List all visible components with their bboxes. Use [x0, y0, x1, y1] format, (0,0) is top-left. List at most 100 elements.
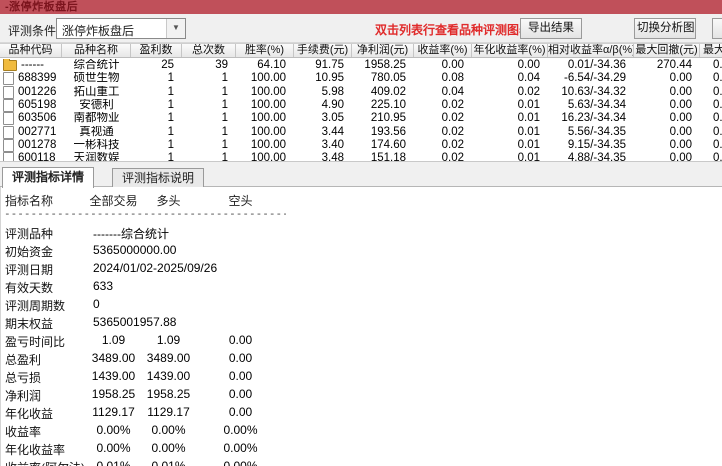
detail-row: 初始资金 5365000000.00: [1, 241, 722, 259]
row-type-icon: [3, 152, 14, 161]
detail-label: 收益率(阿尔法): [5, 459, 85, 466]
detail-value-long: 0.01%: [151, 459, 186, 466]
win-rate-cell: 100.00: [250, 112, 286, 125]
stock-code: 688399: [18, 72, 57, 85]
column-header[interactable]: 年化收益率(%): [472, 44, 548, 57]
stock-name: 硕世生物: [73, 72, 120, 85]
table-row[interactable]: ------ 综合统计 25 39 64.10 91.75 1958.25 0.…: [0, 59, 722, 72]
table-row[interactable]: 605198 安德利 1 1 100.00 4.90 225.10 0.02 0…: [0, 99, 722, 113]
table-row[interactable]: 600118 天润数娱 1 1 100.00 3.48 151.18 0.02 …: [0, 152, 722, 161]
detail-value-short: 0.00: [228, 351, 253, 365]
detail-row: 评测品种 -------综合统计: [1, 223, 722, 241]
column-header[interactable]: 最大回撤(元): [634, 44, 700, 57]
detail-value-all: 1958.25: [91, 387, 136, 401]
yield-cell: 0.02: [441, 125, 464, 138]
alpha-beta-cell: 5.63/-34.34: [567, 99, 626, 112]
stock-code: 001226: [18, 85, 57, 98]
detail-value-long: 0.00%: [151, 423, 186, 437]
detail-row: 总亏损 1439.00 1439.00 0.00: [1, 367, 722, 385]
table-row[interactable]: 001278 一彬科技 1 1 100.00 3.40 174.60 0.02 …: [0, 138, 722, 152]
total-count-cell: 1: [221, 125, 228, 138]
indicator-detail-panel: 指标名称 全部交易 多头 空头 ------------------------…: [0, 187, 722, 466]
total-count-cell: 1: [221, 152, 228, 161]
detail-row: 年化收益 1129.17 1129.17 0.00: [1, 403, 722, 421]
net-profit-cell: 151.18: [370, 152, 406, 161]
export-results-button[interactable]: 导出结果: [520, 18, 582, 39]
table-row[interactable]: 603506 南都物业 1 1 100.00 3.05 210.95 0.02 …: [0, 112, 722, 126]
annual-yield-cell: 0.02: [517, 85, 540, 98]
column-header[interactable]: 品种代码: [0, 44, 62, 57]
drawdown-ratio-cell: 0.00: [713, 125, 722, 138]
win-count-cell: 1: [167, 152, 174, 161]
total-count-cell: 1: [221, 99, 228, 112]
stock-code: 605198: [18, 99, 57, 112]
detail-label: 评测品种: [5, 227, 54, 241]
column-header[interactable]: 收益率(%): [414, 44, 472, 57]
detail-value-long: 3489.00: [146, 351, 191, 365]
detail-tabbar: 评测指标详情 评测指标说明: [0, 166, 722, 188]
switch-analysis-button[interactable]: 切换分析图: [634, 18, 696, 39]
win-count-cell: 1: [167, 112, 174, 125]
column-header[interactable]: 最大回撤比(%): [700, 44, 722, 57]
fee-cell: 3.05: [321, 112, 344, 125]
detail-value-all: 0.00%: [96, 423, 131, 437]
win-rate-cell: 100.00: [250, 99, 286, 112]
detail-value-short: 0.00%: [223, 423, 258, 437]
annual-yield-cell: 0.01: [517, 112, 540, 125]
detail-label: 总亏损: [5, 371, 42, 385]
detail-value-all: 0.00%: [96, 441, 131, 455]
detail-row: 评测周期数 0: [1, 295, 722, 313]
detail-label: 初始资金: [5, 245, 54, 259]
win-count-cell: 25: [161, 59, 174, 72]
detail-value-all: 2024/01/02-2025/09/26: [93, 261, 218, 275]
detail-rows: 评测品种 -------综合统计 初始资金 5365000000.00 评测日期…: [1, 223, 722, 466]
row-type-icon: [3, 72, 14, 86]
double-click-hint: 双击列表行查看品种评测图表: [375, 23, 532, 37]
fee-cell: 5.98: [321, 85, 344, 98]
column-header[interactable]: 品种名称: [62, 44, 131, 57]
column-header[interactable]: 胜率(%): [236, 44, 294, 57]
win-rate-cell: 100.00: [250, 72, 286, 85]
total-count-cell: 1: [221, 112, 228, 125]
detail-value-long: 1.09: [156, 333, 181, 347]
tab-indicator-details[interactable]: 评测指标详情: [2, 167, 95, 188]
condition-value: 涨停炸板盘后: [62, 24, 135, 38]
table-row[interactable]: 002771 真视通 1 1 100.00 3.44 193.56 0.02 0…: [0, 125, 722, 139]
column-header[interactable]: 总次数: [182, 44, 236, 57]
column-header[interactable]: 手续费(元): [294, 44, 352, 57]
detail-value-long: 1958.25: [146, 387, 191, 401]
win-count-cell: 1: [167, 99, 174, 112]
detail-value-long: 1129.17: [147, 405, 190, 419]
yield-cell: 0.04: [441, 85, 464, 98]
column-header[interactable]: 相对收益率α/β(%): [548, 44, 634, 57]
annual-yield-cell: 0.01: [517, 125, 540, 138]
detail-value-all: 1129.17: [92, 405, 135, 419]
row-type-icon: [3, 138, 14, 152]
detail-value-all: 5365001957.88: [93, 315, 177, 329]
drawdown-ratio-cell: 0.00: [713, 112, 722, 125]
results-table-header: 品种代码 品种名称 盈利数 总次数 胜率(%) 手续费(元) 净利润(元) 收益率(%) 年化收…: [0, 43, 722, 58]
net-profit-cell: 1958.25: [364, 59, 406, 72]
column-header[interactable]: 净利润(元): [352, 44, 414, 57]
detail-value-short: 0.00%: [223, 441, 258, 455]
table-row[interactable]: 001226 拓山重工 1 1 100.00 5.98 409.02 0.04 …: [0, 85, 722, 99]
alpha-beta-cell: -6.54/-34.29: [563, 72, 626, 85]
column-header[interactable]: 盈利数: [131, 44, 182, 57]
net-profit-cell: 780.05: [370, 72, 406, 85]
max-drawdown-cell: 0.00: [669, 85, 692, 98]
toolbar: 评测条件: 涨停炸板盘后 ▼ 双击列表行查看品种评测图表 导出结果 切换分析图 …: [0, 14, 722, 43]
condition-dropdown[interactable]: 涨停炸板盘后 ▼: [56, 18, 186, 39]
detail-value-all: 3489.00: [91, 351, 136, 365]
table-row[interactable]: 688399 硕世生物 1 1 100.00 10.95 780.05 0.08…: [0, 72, 722, 86]
detail-row: 净利润 1958.25 1958.25 0.00: [1, 385, 722, 403]
chevron-down-icon[interactable]: ▼: [166, 19, 185, 38]
detail-value-long: 0.00%: [151, 441, 186, 455]
yield-cell: 0.02: [441, 99, 464, 112]
detail-row: 期末权益 5365001957.88: [1, 313, 722, 331]
partial-clipped-button[interactable]: 分析: [712, 18, 722, 39]
stock-name: 真视通: [79, 125, 114, 138]
tab-indicator-description[interactable]: 评测指标说明: [112, 168, 205, 187]
row-type-icon: [3, 125, 14, 139]
stock-name: 安德利: [79, 99, 114, 112]
drawdown-ratio-cell: 0.00: [713, 72, 722, 85]
